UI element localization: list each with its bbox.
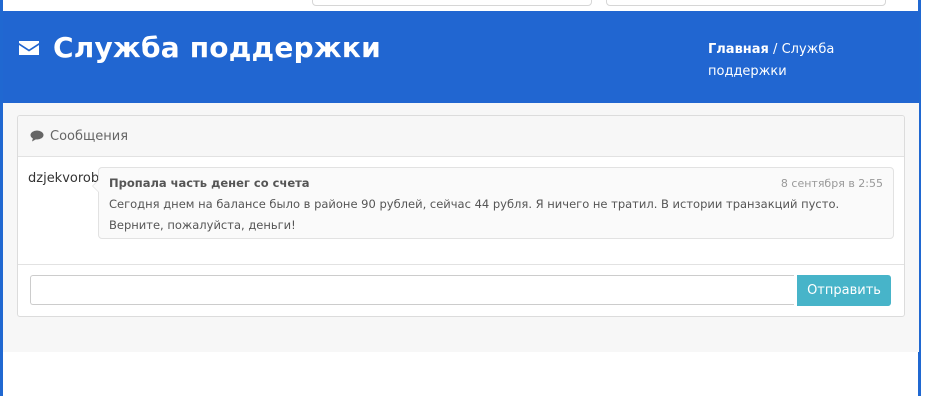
message-author: dzjekvorobev <box>28 171 98 186</box>
page-header: Служба поддержки Главная / Служба поддер… <box>3 11 919 103</box>
breadcrumb: Главная / Служба поддержки <box>708 39 858 83</box>
page-title-group: Служба поддержки <box>18 31 381 64</box>
reply-form: Отправить <box>18 265 904 316</box>
top-input-box[interactable] <box>606 0 886 6</box>
message-list: dzjekvorobev Пропала часть денег со счет… <box>18 157 904 265</box>
page-title: Служба поддержки <box>53 31 381 64</box>
panel-heading-label: Сообщения <box>50 128 129 144</box>
breadcrumb-home-link[interactable]: Главная <box>708 42 769 57</box>
send-button[interactable]: Отправить <box>797 275 891 306</box>
comments-icon <box>30 130 44 142</box>
message-bubble: Пропала часть денег со счета 8 сентября … <box>92 167 894 239</box>
envelope-icon <box>19 40 39 55</box>
messages-panel: Сообщения dzjekvorobev Пропала часть ден… <box>17 115 905 317</box>
reply-input[interactable] <box>30 275 794 305</box>
top-input-box[interactable] <box>312 0 592 6</box>
message-timestamp: 8 сентября в 2:55 <box>780 177 883 190</box>
breadcrumb-separator: / <box>768 42 782 57</box>
message-body: Сегодня днем на балансе было в районе 90… <box>109 197 840 232</box>
message-subject: Пропала часть денег со счета <box>109 176 310 190</box>
panel-heading: Сообщения <box>18 116 904 157</box>
